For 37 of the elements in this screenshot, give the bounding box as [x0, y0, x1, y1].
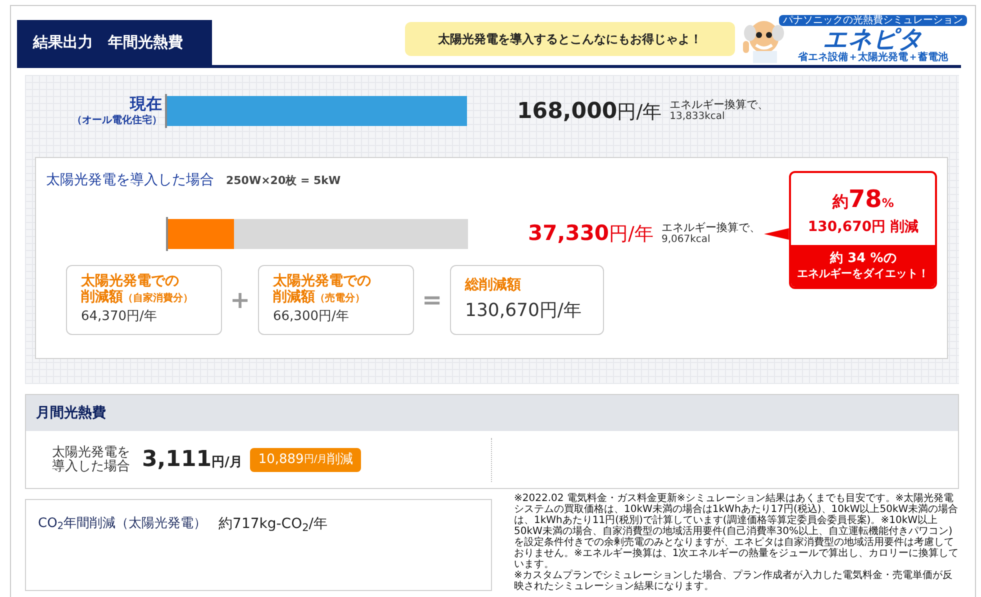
- savings-value: 64,370円/年: [81, 308, 158, 326]
- logo-subtitle: 省エネ設備＋太陽光発電＋蓄電池: [798, 52, 948, 63]
- savings-title: 削減額（自家消費分）: [81, 289, 194, 308]
- monthly-cost: 3,111円/月: [142, 446, 242, 474]
- savings-value: 130,670円/年: [465, 298, 582, 322]
- monthly-savings-badge: 10,889円/月削減: [250, 448, 362, 472]
- solar-title: 太陽光発電を導入した場合: [46, 171, 214, 190]
- energy-diet-text: エネルギーをダイエット！: [797, 267, 930, 281]
- savings-percent: 約78%: [832, 184, 894, 214]
- operator-sign: =: [420, 285, 444, 316]
- current-sublabel: （オール電化住宅）: [72, 113, 162, 128]
- solar-cost: 37,330円/年: [528, 220, 654, 248]
- energy-note: エネルギー換算で、: [670, 99, 769, 111]
- savings-title: 総削減額: [465, 276, 522, 292]
- footnote: ※カスタムプランでシミュレーションした場合、プラン作成者が入力した電気料金・売電単価が反映されたシミュレーション結果になります。: [514, 570, 954, 592]
- logo-wordmark: エネピタ: [823, 26, 923, 52]
- solar-spec: 250W×20枚 = 5kW: [226, 173, 341, 189]
- co2-label: CO$_{2}$年間削減（太陽光発電）: [38, 515, 207, 534]
- current-cost: 168,000円/年: [517, 98, 662, 126]
- current-label: 現在: [130, 94, 162, 112]
- energy-diet-percent: 約 34 %の: [830, 251, 896, 267]
- energy-value: 9,067kcal: [661, 234, 712, 246]
- savings-value: 66,300円/年: [273, 308, 350, 326]
- page-title: 結果出力 年間光熱費: [17, 20, 212, 65]
- energy-value: 13,833kcal: [670, 111, 726, 123]
- savings-title: 太陽光発電での: [273, 273, 372, 290]
- speech-bubble: 太陽光発電を導入するとこんなにもお得じゃよ！: [405, 22, 735, 56]
- footnote: ※2022.02 電気料金・ガス料金更新※シミュレーション結果はあくまでも目安です。※太陽光発電システムの買取価格は、10kW未満の場合は1kWhあたり17円(税込)、10kW以上50kW未満の場合は、1kWhあたり11円(税別)で計算しています(調達価格等算定委員会委員長案)。※10kW以上50kW未満の場合、自家消費型の地域活用要件(自己消費率30%以上、自立運転機能付きパワコン)を設定条件付きでの余剰売電のみとなりますが、エネピタは自家消費型の地域活用要件は考慮しておりません。※エネルギー換算は、1次エネルギーの熱量をジュールで算出し、カロリーに換算しています。: [514, 493, 960, 570]
- savings-title: 削減額（売電分）: [273, 289, 366, 308]
- savings-amount: 130,670円 削減: [808, 218, 918, 236]
- monthly-label: 太陽光発電を 導入した場合: [52, 446, 130, 474]
- monthly-title: 月間光熱費: [26, 395, 958, 431]
- co2-value: 約717kg-CO$_{2}$/年: [218, 515, 328, 535]
- logo-tagline: パナソニックの光熱費シミュレーション: [779, 15, 967, 26]
- operator-sign: +: [228, 285, 252, 316]
- energy-note: エネルギー換算で、: [661, 222, 760, 234]
- savings-title: 太陽光発電での: [81, 273, 180, 290]
